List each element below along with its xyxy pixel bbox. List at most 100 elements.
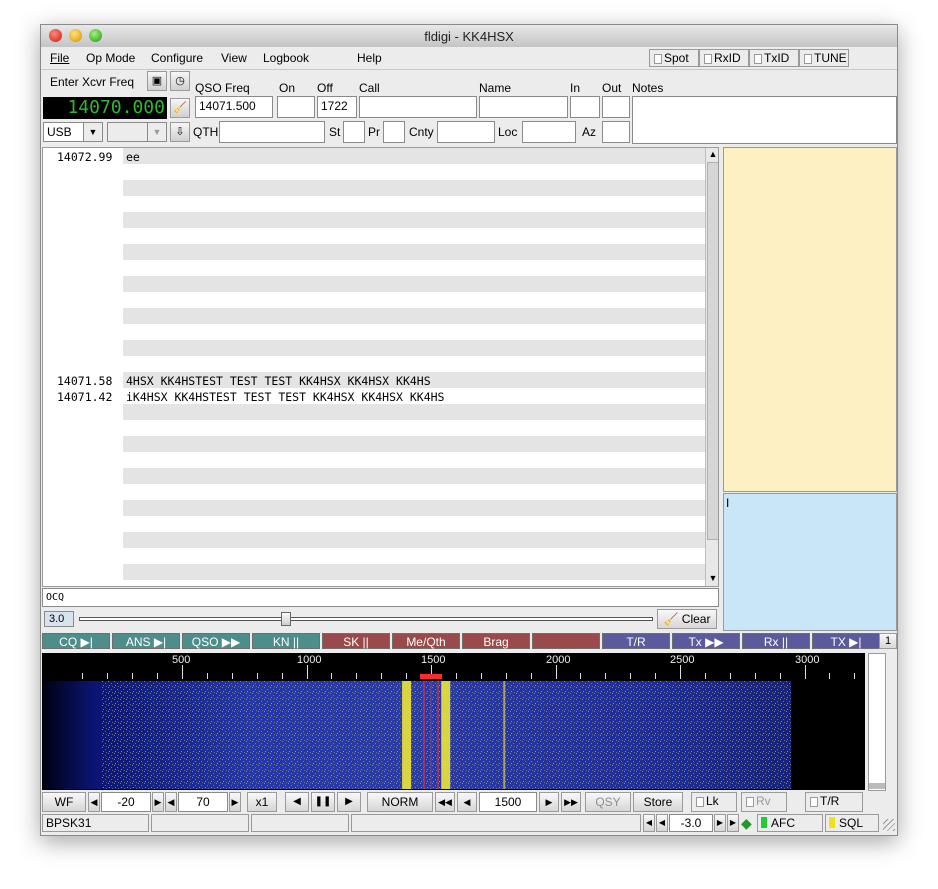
- scale-tick-label: 1000: [297, 654, 322, 666]
- macro-button[interactable]: KN ||: [252, 633, 320, 649]
- name-field[interactable]: [479, 96, 568, 118]
- macro-button[interactable]: T/R: [602, 633, 670, 649]
- afc-fast-left-icon[interactable]: ◀: [643, 814, 655, 832]
- macro-button[interactable]: Brag: [462, 633, 530, 649]
- carrier-cursor-marker: [420, 674, 442, 679]
- range-field[interactable]: 70: [178, 792, 228, 812]
- ref-level-field[interactable]: -20: [101, 792, 151, 812]
- clear-log-broom-icon[interactable]: 🧹: [170, 98, 190, 118]
- menu-view[interactable]: View: [221, 51, 247, 65]
- clear-button-label: Clear: [681, 612, 711, 626]
- afc-left-icon[interactable]: ◀: [656, 814, 668, 832]
- squelch-slider-track[interactable]: [79, 612, 653, 626]
- afc-fast-right-icon[interactable]: ▶: [727, 814, 739, 832]
- rst-out-field[interactable]: [602, 96, 630, 118]
- transmit-text-pane[interactable]: I: [723, 493, 897, 631]
- macro-button[interactable]: CQ ▶|: [42, 633, 110, 649]
- wf-mode-button[interactable]: WF: [42, 792, 86, 812]
- rig-control-icon[interactable]: ▣: [147, 71, 167, 91]
- range-decrease-icon[interactable]: ◀: [165, 792, 177, 812]
- rx-row-shade: [123, 500, 705, 516]
- sql-toggle[interactable]: SQL: [825, 814, 879, 832]
- ref-level-decrease-icon[interactable]: ◀: [88, 792, 100, 812]
- carrier-frequency-field[interactable]: 1500: [479, 792, 537, 812]
- menu-file[interactable]: File: [50, 51, 69, 65]
- menu-op-mode[interactable]: Op Mode: [86, 51, 135, 65]
- macro-button[interactable]: SK ||: [322, 633, 390, 649]
- azimuth-field[interactable]: [602, 121, 630, 143]
- save-log-icon[interactable]: ⇩: [170, 122, 190, 142]
- resize-grip-icon[interactable]: [883, 819, 895, 831]
- state-field[interactable]: [343, 121, 365, 143]
- macro-button[interactable]: [532, 633, 600, 649]
- waterfall-display[interactable]: [42, 681, 865, 789]
- carrier-right-icon[interactable]: ▶: [539, 792, 559, 812]
- reverse-toggle[interactable]: Rv: [741, 792, 787, 812]
- macro-page-button[interactable]: 1: [879, 633, 897, 649]
- waterfall-scroll-thumb[interactable]: [869, 783, 885, 789]
- scroll-down-arrow-icon[interactable]: ▼: [707, 572, 718, 585]
- menu-configure[interactable]: Configure: [151, 51, 203, 65]
- faster-icon[interactable]: ▶: [337, 792, 361, 812]
- afc-right-icon[interactable]: ▶: [714, 814, 726, 832]
- ref-level-increase-icon[interactable]: ▶: [152, 792, 164, 812]
- time-on-field[interactable]: [277, 96, 315, 118]
- tr-toggle[interactable]: T/R: [805, 792, 863, 812]
- macro-button[interactable]: ANS ▶|: [112, 633, 180, 649]
- notes-field[interactable]: [632, 96, 897, 144]
- zoom-button[interactable]: x1: [247, 792, 277, 812]
- transmit-input-field[interactable]: OCQ: [42, 588, 719, 607]
- bandwidth-select[interactable]: ▼: [107, 122, 167, 142]
- rx-row-shade: [123, 212, 705, 228]
- clock-icon[interactable]: ◷: [170, 71, 190, 91]
- pause-icon[interactable]: ❚❚: [311, 792, 335, 812]
- clear-button[interactable]: 🧹 Clear: [657, 609, 717, 629]
- menu-logbook[interactable]: Logbook: [263, 51, 309, 65]
- range-increase-icon[interactable]: ▶: [229, 792, 241, 812]
- rx-scrollbar[interactable]: ▲ ▼: [705, 148, 718, 586]
- locator-field[interactable]: [522, 121, 576, 143]
- call-field[interactable]: [359, 96, 477, 118]
- carrier-left-icon[interactable]: ◀: [457, 792, 477, 812]
- waterfall[interactable]: 500 1000 1500 2000 2500 3000: [42, 653, 880, 790]
- st-label: St: [329, 125, 341, 139]
- macro-button[interactable]: TX ▶|: [812, 633, 880, 649]
- rxid-toggle[interactable]: RxID: [699, 49, 749, 67]
- qso-freq-field[interactable]: 14071.500: [195, 96, 273, 118]
- afc-toggle[interactable]: AFC: [757, 814, 823, 832]
- txid-toggle[interactable]: TxID: [749, 49, 799, 67]
- rx-scroll-thumb[interactable]: [707, 162, 718, 540]
- event-log-pane[interactable]: [723, 147, 897, 492]
- menu-help[interactable]: Help: [357, 51, 382, 65]
- slower-icon[interactable]: ◀: [285, 792, 309, 812]
- macro-button[interactable]: QSO ▶▶: [182, 633, 250, 649]
- qsy-button[interactable]: QSY: [585, 792, 631, 812]
- qth-label: QTH: [193, 125, 219, 139]
- country-field[interactable]: [437, 121, 495, 143]
- scroll-up-arrow-icon[interactable]: ▲: [707, 148, 718, 161]
- mode-select[interactable]: USB ▼: [43, 122, 103, 142]
- macro-button[interactable]: Me/Qth: [392, 633, 460, 649]
- waterfall-scrollbar[interactable]: [868, 653, 886, 791]
- carrier-fast-right-icon[interactable]: ▶▶: [561, 792, 581, 812]
- time-off-field[interactable]: 1722: [317, 96, 357, 118]
- qth-field[interactable]: [219, 121, 325, 143]
- lock-toggle[interactable]: Lk: [691, 792, 737, 812]
- province-field[interactable]: [383, 121, 405, 143]
- norm-speed-button[interactable]: NORM: [367, 792, 433, 812]
- afc-offset-field[interactable]: -3.0: [669, 814, 713, 832]
- scale-tick: [307, 665, 308, 679]
- xcvr-frequency-display[interactable]: 14070.000: [43, 97, 167, 119]
- macro-button[interactable]: Tx ▶▶: [672, 633, 740, 649]
- receive-text-pane[interactable]: 14072.99 ee 14071.58 4HSX KK4HSTEST TEST…: [42, 147, 719, 587]
- squelch-slider-thumb[interactable]: [281, 612, 291, 626]
- status-mode[interactable]: BPSK31: [42, 814, 149, 832]
- store-button[interactable]: Store: [633, 792, 683, 812]
- macro-button[interactable]: Rx ||: [742, 633, 810, 649]
- frequency-scale: 500 1000 1500 2000 2500 3000: [42, 653, 880, 679]
- rst-in-field[interactable]: [570, 96, 600, 118]
- tune-toggle[interactable]: TUNE: [799, 49, 849, 67]
- spot-toggle[interactable]: Spot: [649, 49, 699, 67]
- tx-rx-diamond-icon[interactable]: ◆: [741, 815, 755, 831]
- carrier-fast-left-icon[interactable]: ◀◀: [435, 792, 455, 812]
